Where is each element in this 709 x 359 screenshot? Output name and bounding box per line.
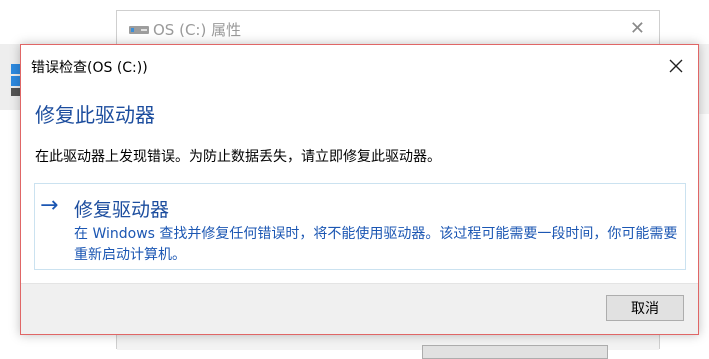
properties-titlebar: OS (C:) 属性 ✕ <box>117 11 659 47</box>
dialog-heading: 修复此驱动器 <box>35 103 155 127</box>
repair-drive-description: 在 Windows 查找并修复任何错误时，将不能使用驱动器。该过程可能需要一段时… <box>74 226 678 263</box>
properties-button[interactable] <box>422 345 608 359</box>
drive-icon <box>129 26 149 34</box>
properties-close-icon[interactable]: ✕ <box>630 20 645 38</box>
close-icon[interactable] <box>666 56 686 76</box>
repair-drive-option[interactable]: → 修复驱动器 在 Windows 查找并修复任何错误时，将不能使用驱动器。该过… <box>34 183 686 270</box>
cancel-button[interactable]: 取消 <box>606 295 684 321</box>
properties-title: OS (C:) 属性 <box>153 21 242 39</box>
error-check-dialog: 错误检查(OS (C:)) 修复此驱动器 在此驱动器上发现错误。为防止数据丢失，… <box>20 44 699 335</box>
dialog-description: 在此驱动器上发现错误。为防止数据丢失，请立即修复此驱动器。 <box>35 149 441 165</box>
repair-drive-label: 修复驱动器 <box>74 199 170 221</box>
dialog-title: 错误检查(OS (C:)) <box>31 60 148 76</box>
arrow-right-icon: → <box>40 193 59 218</box>
dialog-footer: 取消 <box>21 283 698 334</box>
background-right-panel <box>699 44 709 114</box>
